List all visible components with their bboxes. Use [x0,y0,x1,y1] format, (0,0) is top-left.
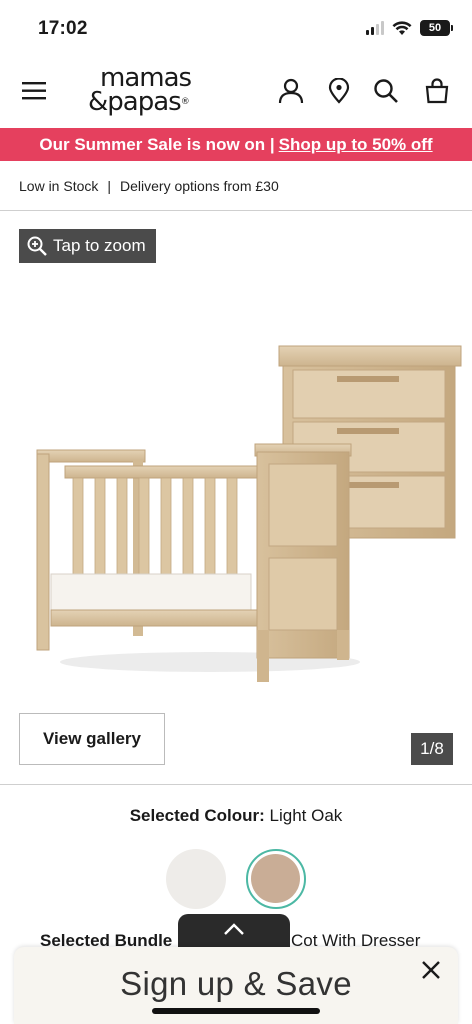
chevron-up-icon [224,923,244,935]
colour-swatch-white[interactable] [166,849,226,909]
promo-banner: Our Summer Sale is now on | Shop up to 5… [0,128,472,161]
logo-line-2: &papas® [88,87,190,117]
menu-icon[interactable] [22,80,48,102]
selected-colour: Selected Colour: Light Oak [0,806,472,826]
account-icon[interactable] [278,78,304,104]
promo-text: Our Summer Sale is now on | [39,134,275,154]
selected-colour-label: Selected Colour: [129,806,265,825]
status-bar: 17:02 50 [0,0,472,56]
site-header: mamas &papas® [0,56,472,128]
close-icon[interactable] [420,959,442,981]
promo-link[interactable]: Shop up to 50% off [279,135,433,155]
brand-logo[interactable]: mamas &papas® [88,65,218,118]
colour-swatch-light-oak[interactable] [246,849,306,909]
selected-colour-value: Light Oak [269,806,343,825]
store-locator-icon[interactable] [326,78,352,104]
home-indicator [152,1008,320,1014]
view-gallery-button[interactable]: View gallery [19,713,165,765]
signup-label: Sign up & Save [120,965,352,1002]
signal-icon [366,21,384,35]
stock-separator: | [107,177,112,194]
wifi-icon [392,20,412,35]
tap-to-zoom-label: Tap to zoom [53,236,146,255]
battery-icon: 50 [420,20,453,36]
search-icon[interactable] [373,78,399,104]
basket-icon[interactable] [424,78,450,104]
image-counter: 1/8 [411,733,453,765]
cot-image [36,443,360,682]
product-image[interactable] [25,330,465,690]
delivery-info[interactable]: Delivery options from £30 [120,178,279,194]
divider [0,784,472,785]
stock-status: Low in Stock [19,177,99,194]
status-icons: 50 [366,20,453,36]
zoom-in-icon [27,236,47,256]
tap-to-zoom-button[interactable]: Tap to zoom [19,229,156,263]
status-time: 17:02 [38,18,88,39]
stock-info-bar: Low in Stock | Delivery options from £30 [0,161,472,211]
